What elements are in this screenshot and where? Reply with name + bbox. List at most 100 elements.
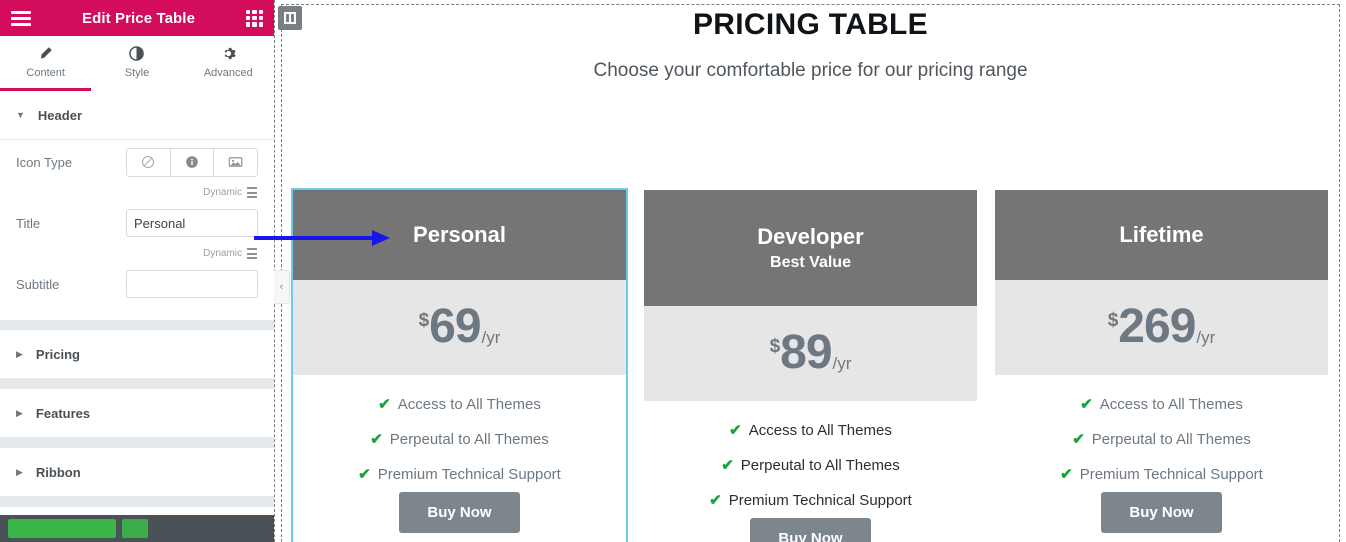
- page-subtitle: Choose your comfortable price for our pr…: [593, 60, 1028, 81]
- check-icon: ✔: [721, 457, 734, 474]
- currency-symbol: $: [418, 310, 430, 332]
- subtitle-label: Subtitle: [16, 276, 60, 292]
- icon-type-icon-option[interactable]: [170, 148, 215, 176]
- publish-button[interactable]: [8, 519, 116, 538]
- section-header[interactable]: ▼ Header: [0, 91, 274, 140]
- price-amount: 269: [1118, 300, 1196, 354]
- panel-body: ▼ Header Icon Type Dynamic Title Persona…: [0, 91, 274, 515]
- card-features: ✔ Access to All Themes ✔ Perpeutal to Al…: [293, 375, 626, 492]
- subtitle-dynamic-row[interactable]: Dynamic: [16, 245, 258, 262]
- info-icon: [186, 156, 198, 168]
- tab-advanced[interactable]: Advanced: [183, 36, 274, 91]
- title-dynamic-label: Dynamic: [203, 187, 242, 198]
- check-icon: ✔: [378, 396, 391, 413]
- section-divider: [0, 379, 274, 389]
- feature-label: Premium Technical Support: [728, 492, 912, 509]
- chevron-left-icon: ‹: [279, 281, 284, 293]
- price-amount: 69: [429, 300, 481, 354]
- database-icon[interactable]: [247, 187, 257, 198]
- elementor-editor: Edit Price Table Content Style Advanced …: [0, 0, 1346, 542]
- section-features-label: Features: [35, 405, 91, 421]
- buy-now-button[interactable]: Buy Now: [1101, 492, 1222, 533]
- panel-tabs: Content Style Advanced: [0, 36, 274, 91]
- none-icon: [142, 155, 155, 169]
- card-header: Developer Best Value: [644, 190, 977, 306]
- pricing-cards: Personal $ 69 /yr ✔ Access to All Themes: [291, 188, 1328, 542]
- gear-icon: [221, 46, 236, 62]
- database-icon[interactable]: [247, 248, 257, 259]
- feature-item: ✔ Perpeutal to All Themes: [293, 422, 626, 457]
- contrast-icon: [129, 46, 145, 62]
- feature-label: Perpeutal to All Themes: [1091, 431, 1251, 448]
- panel-title: Edit Price Table: [81, 9, 196, 27]
- section-divider: [0, 497, 274, 507]
- section-ribbon-label: Ribbon: [35, 464, 81, 480]
- chevron-right-icon: ▶: [16, 466, 23, 477]
- icon-type-label: Icon Type: [16, 154, 73, 170]
- check-icon: ✔: [1060, 466, 1073, 483]
- buy-now-button[interactable]: Buy Now: [750, 518, 871, 542]
- pricing-heading-block: PRICING TABLE Choose your comfortable pr…: [275, 8, 1346, 82]
- feature-item: ✔ Perpeutal to All Themes: [995, 422, 1328, 457]
- subtitle-dynamic-label: Dynamic: [203, 248, 242, 259]
- title-dynamic-row[interactable]: Dynamic: [16, 184, 258, 201]
- tab-style-label: Style: [124, 66, 150, 79]
- pricing-card-lifetime[interactable]: Lifetime $ 269 /yr ✔ Access to All Theme…: [995, 190, 1328, 542]
- card-title: Lifetime: [1119, 222, 1204, 248]
- tab-advanced-label: Advanced: [203, 66, 253, 79]
- price-amount: 89: [780, 326, 832, 380]
- section-footer[interactable]: ▶ Footer: [0, 507, 274, 515]
- icon-type-none-option[interactable]: [127, 148, 171, 176]
- publish-options-button[interactable]: [122, 519, 148, 538]
- feature-item: ✔ Perpeutal to All Themes: [644, 448, 977, 483]
- subtitle-row: Subtitle: [16, 262, 258, 306]
- pricing-card-developer[interactable]: Developer Best Value $ 89 /yr ✔ Access t…: [644, 190, 977, 542]
- card-subtitle: Best Value: [770, 253, 851, 271]
- pricing-card-personal[interactable]: Personal $ 69 /yr ✔ Access to All Themes: [291, 188, 628, 542]
- feature-item: ✔ Premium Technical Support: [995, 457, 1328, 492]
- feature-item: ✔ Premium Technical Support: [293, 457, 626, 492]
- check-icon: ✔: [1072, 431, 1085, 448]
- feature-label: Access to All Themes: [748, 422, 892, 439]
- panel-header: Edit Price Table: [0, 0, 274, 36]
- subtitle-input[interactable]: [126, 270, 258, 298]
- pencil-icon: [38, 46, 53, 62]
- preview-canvas: PRICING TABLE Choose your comfortable pr…: [275, 0, 1346, 542]
- card-footer: Buy Now: [995, 492, 1328, 542]
- feature-item: ✔ Access to All Themes: [293, 387, 626, 422]
- feature-label: Premium Technical Support: [377, 466, 561, 483]
- buy-now-button[interactable]: Buy Now: [399, 492, 520, 533]
- title-input[interactable]: [126, 209, 258, 237]
- card-title: Personal: [413, 222, 506, 248]
- feature-item: ✔ Access to All Themes: [644, 413, 977, 448]
- check-icon: ✔: [370, 431, 383, 448]
- card-features: ✔ Access to All Themes ✔ Perpeutal to Al…: [644, 401, 977, 518]
- tab-style[interactable]: Style: [91, 36, 182, 91]
- price-period: /yr: [1196, 327, 1216, 347]
- feature-item: ✔ Access to All Themes: [995, 387, 1328, 422]
- section-ribbon[interactable]: ▶ Ribbon: [0, 448, 274, 497]
- card-price: $ 69 /yr: [293, 280, 626, 375]
- tab-content[interactable]: Content: [0, 36, 92, 91]
- feature-item: ✔ Premium Technical Support: [644, 483, 977, 518]
- section-pricing[interactable]: ▶ Pricing: [0, 330, 274, 379]
- page-title: PRICING TABLE: [692, 8, 928, 41]
- feature-label: Perpeutal to All Themes: [740, 457, 900, 474]
- header-controls: Icon Type Dynamic Title Personal Dynamic…: [0, 140, 274, 320]
- image-icon: [228, 157, 243, 167]
- price-period: /yr: [481, 327, 501, 347]
- card-footer: Buy Now: [293, 492, 626, 542]
- card-features: ✔ Access to All Themes ✔ Perpeutal to Al…: [995, 375, 1328, 492]
- grid-icon[interactable]: [246, 9, 263, 27]
- card-price: $ 89 /yr: [644, 306, 977, 401]
- card-header: Lifetime: [995, 190, 1328, 280]
- check-icon: ✔: [358, 466, 371, 483]
- hamburger-icon[interactable]: [11, 10, 31, 26]
- panel-collapse-button[interactable]: ‹: [274, 270, 290, 304]
- icon-type-image-option[interactable]: [214, 148, 257, 176]
- section-features[interactable]: ▶ Features: [0, 389, 274, 438]
- title-label: Title: [16, 215, 41, 231]
- columns-icon[interactable]: [278, 6, 302, 30]
- feature-label: Premium Technical Support: [1079, 466, 1263, 483]
- icon-type-choices: [126, 147, 258, 177]
